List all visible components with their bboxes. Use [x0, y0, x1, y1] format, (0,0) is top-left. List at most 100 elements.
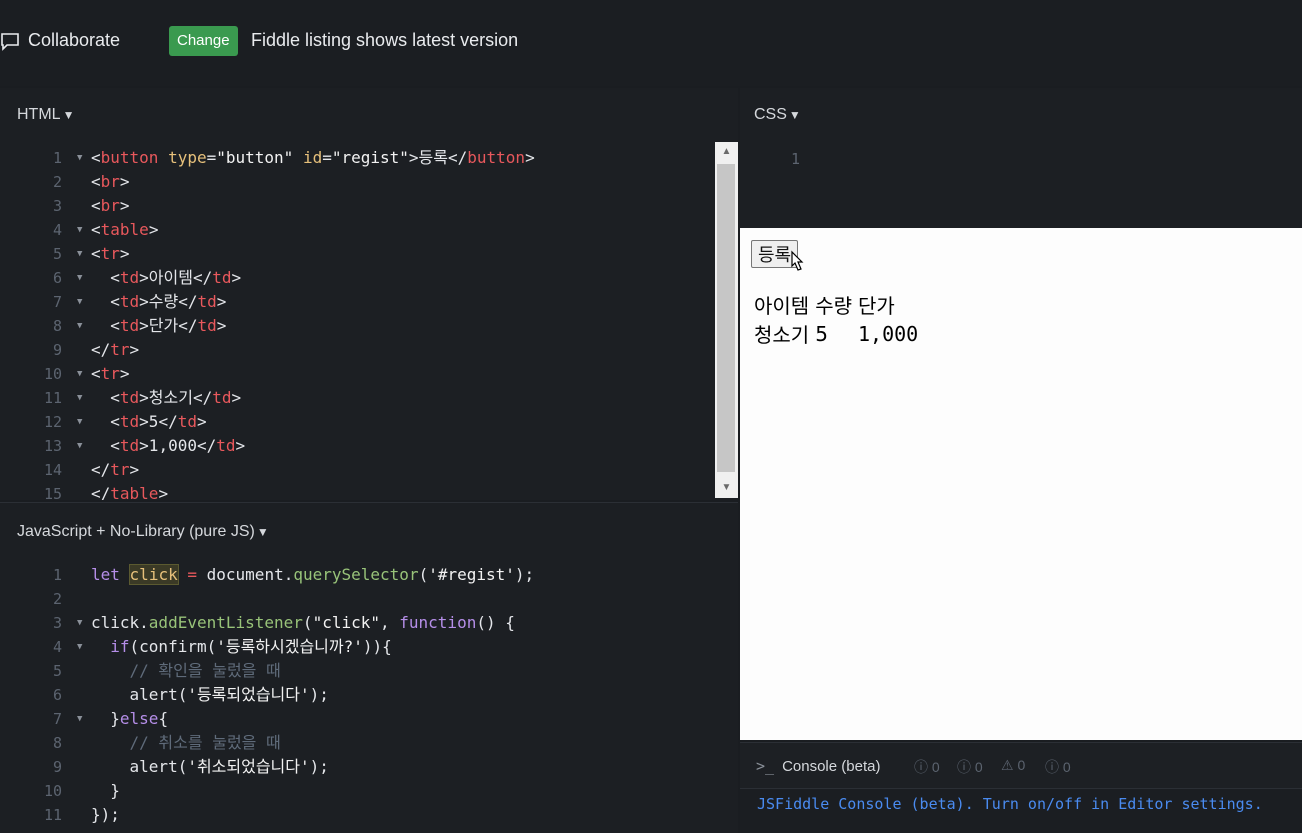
line-number: 5	[52, 245, 62, 263]
fold-arrow-icon[interactable]: ▼	[77, 707, 82, 731]
line-number: 1	[790, 150, 800, 168]
code-line: <table>	[91, 220, 159, 239]
line-number: 14	[43, 461, 62, 479]
line-number: 12	[43, 413, 62, 431]
code-line: <br>	[91, 172, 130, 191]
fold-arrow-icon[interactable]: ▼	[77, 146, 82, 170]
fold-arrow-icon[interactable]: ▼	[77, 635, 82, 659]
line-number: 6	[52, 269, 62, 287]
code-line: <td>5</td>	[91, 412, 207, 431]
line-number: 13	[43, 437, 62, 455]
change-button[interactable]: Change	[169, 26, 238, 56]
fold-arrow-icon[interactable]: ▼	[77, 266, 82, 290]
fold-arrow-icon[interactable]: ▼	[77, 386, 82, 410]
js-pane-title[interactable]: JavaScript + No-Library (pure JS) ▼	[17, 523, 269, 541]
line-number: 11	[43, 389, 62, 407]
scroll-up-arrow-icon[interactable]: ▲	[715, 146, 738, 157]
console-warning-count: ⚠ 0	[1001, 757, 1026, 773]
line-number: 3	[52, 614, 62, 632]
terminal-prompt-icon: >_	[756, 757, 775, 775]
fold-arrow-icon[interactable]: ▼	[77, 290, 82, 314]
console-log-count: ⓘ 0	[957, 759, 983, 775]
console-output: JSFiddle Console (beta). Turn on/off in …	[740, 788, 1302, 833]
html-pane-title[interactable]: HTML ▼	[17, 106, 74, 124]
warning-triangle-icon: ⚠	[1001, 757, 1014, 773]
line-number: 5	[52, 662, 62, 680]
code-line: let click = document.querySelector('#reg…	[91, 564, 535, 585]
code-line: <tr>	[91, 244, 130, 263]
dropdown-triangle-icon: ▼	[62, 108, 75, 122]
table-row: 청소기 5 1,000	[752, 319, 922, 348]
fold-arrow-icon[interactable]: ▼	[77, 242, 82, 266]
code-line: </tr>	[91, 340, 140, 359]
fold-arrow-icon[interactable]: ▼	[77, 410, 82, 434]
fold-arrow-icon[interactable]: ▼	[77, 314, 82, 338]
code-line: <tr>	[91, 364, 130, 383]
console-info-count: ⓘ 0	[914, 759, 940, 775]
table-cell: 1,000	[858, 321, 919, 346]
fold-arrow-icon[interactable]: ▼	[77, 611, 82, 635]
line-number: 2	[52, 173, 62, 191]
html-editor[interactable]: 1 2 3 4 5 6 7 8 9 10 11 12 13 14 15 ▼ ▼ …	[0, 146, 714, 500]
chat-bubble-icon	[0, 31, 20, 51]
table-cell: 아이템	[754, 294, 810, 318]
console-title[interactable]: >_ Console (beta)	[756, 757, 880, 775]
js-pane-title-label: JavaScript + No-Library (pure JS)	[17, 523, 255, 540]
code-line: <td>수량</td>	[91, 292, 227, 311]
code-line: // 취소를 눌렀을 때	[91, 733, 281, 752]
dropdown-triangle-icon: ▼	[256, 525, 269, 539]
code-line: <td>청소기</td>	[91, 388, 242, 407]
code-line: <td>1,000</td>	[91, 436, 246, 455]
js-editor[interactable]: 1 2 3 4 5 6 7 8 9 10 11 ▼ ▼ ▼ let click …	[0, 563, 738, 832]
collaborate-button[interactable]: Collaborate	[0, 30, 120, 51]
fold-arrow-icon[interactable]: ▼	[77, 434, 82, 458]
code-line: <br>	[91, 196, 130, 215]
line-number: 4	[52, 638, 62, 656]
scrollbar-thumb[interactable]	[717, 164, 735, 472]
code-line: <td>아이템</td>	[91, 268, 242, 287]
code-line: </table>	[91, 484, 169, 500]
line-number: 8	[52, 317, 62, 335]
listing-status-text: Fiddle listing shows latest version	[251, 30, 519, 50]
result-table: 아이템 수량 단가 청소기 5 1,000	[752, 290, 922, 348]
fold-arrow-icon[interactable]: ▼	[77, 362, 82, 386]
console-title-label: Console (beta)	[782, 758, 881, 775]
line-number: 8	[52, 734, 62, 752]
code-line: </tr>	[91, 460, 140, 479]
line-number: 4	[52, 221, 62, 239]
table-cell: 청소기	[754, 323, 810, 347]
code-line: <td>단가</td>	[91, 316, 227, 335]
line-number: 1	[52, 149, 62, 167]
table-cell: 단가	[858, 294, 895, 318]
collaborate-label: Collaborate	[28, 30, 121, 50]
console-message: JSFiddle Console (beta). Turn on/off in …	[757, 795, 1263, 813]
top-bar: Collaborate Change Fiddle listing shows …	[0, 0, 1302, 86]
line-number: 2	[52, 590, 62, 608]
line-number: 15	[43, 485, 62, 500]
css-pane-title[interactable]: CSS ▼	[754, 106, 801, 124]
mouse-pointer-icon	[787, 250, 805, 279]
console-error-count: ⓘ 0	[1045, 759, 1071, 775]
css-pane: CSS ▼ 1	[740, 88, 1302, 228]
line-number: 7	[52, 710, 62, 728]
table-row: 아이템 수량 단가	[752, 290, 922, 319]
error-circle-icon: ⓘ	[1045, 759, 1059, 775]
code-line: if(confirm('등록하시겠습니까?')){	[110, 637, 392, 656]
line-number: 10	[43, 782, 62, 800]
fold-arrow-icon[interactable]: ▼	[77, 218, 82, 242]
code-line: alert('취소되었습니다');	[91, 757, 329, 776]
css-pane-title-label: CSS	[754, 106, 787, 123]
console-header[interactable]: >_ Console (beta) ⓘ 0 ⓘ 0 ⚠ 0 ⓘ 0	[740, 742, 1302, 789]
code-line: // 확인을 눌렀을 때	[91, 661, 281, 680]
line-number: 1	[52, 566, 62, 584]
code-line: <button type="button" id="regist">등록</bu…	[91, 148, 535, 167]
table-cell: 5	[815, 321, 828, 346]
info-circle-icon: ⓘ	[914, 759, 928, 775]
line-number: 6	[52, 686, 62, 704]
line-number: 11	[43, 806, 62, 824]
line-number: 10	[43, 365, 62, 383]
html-editor-scrollbar[interactable]: ▲ ▼	[715, 142, 738, 498]
dropdown-triangle-icon: ▼	[788, 108, 801, 122]
scroll-down-arrow-icon[interactable]: ▼	[715, 482, 738, 493]
code-line: }else{	[91, 709, 169, 728]
